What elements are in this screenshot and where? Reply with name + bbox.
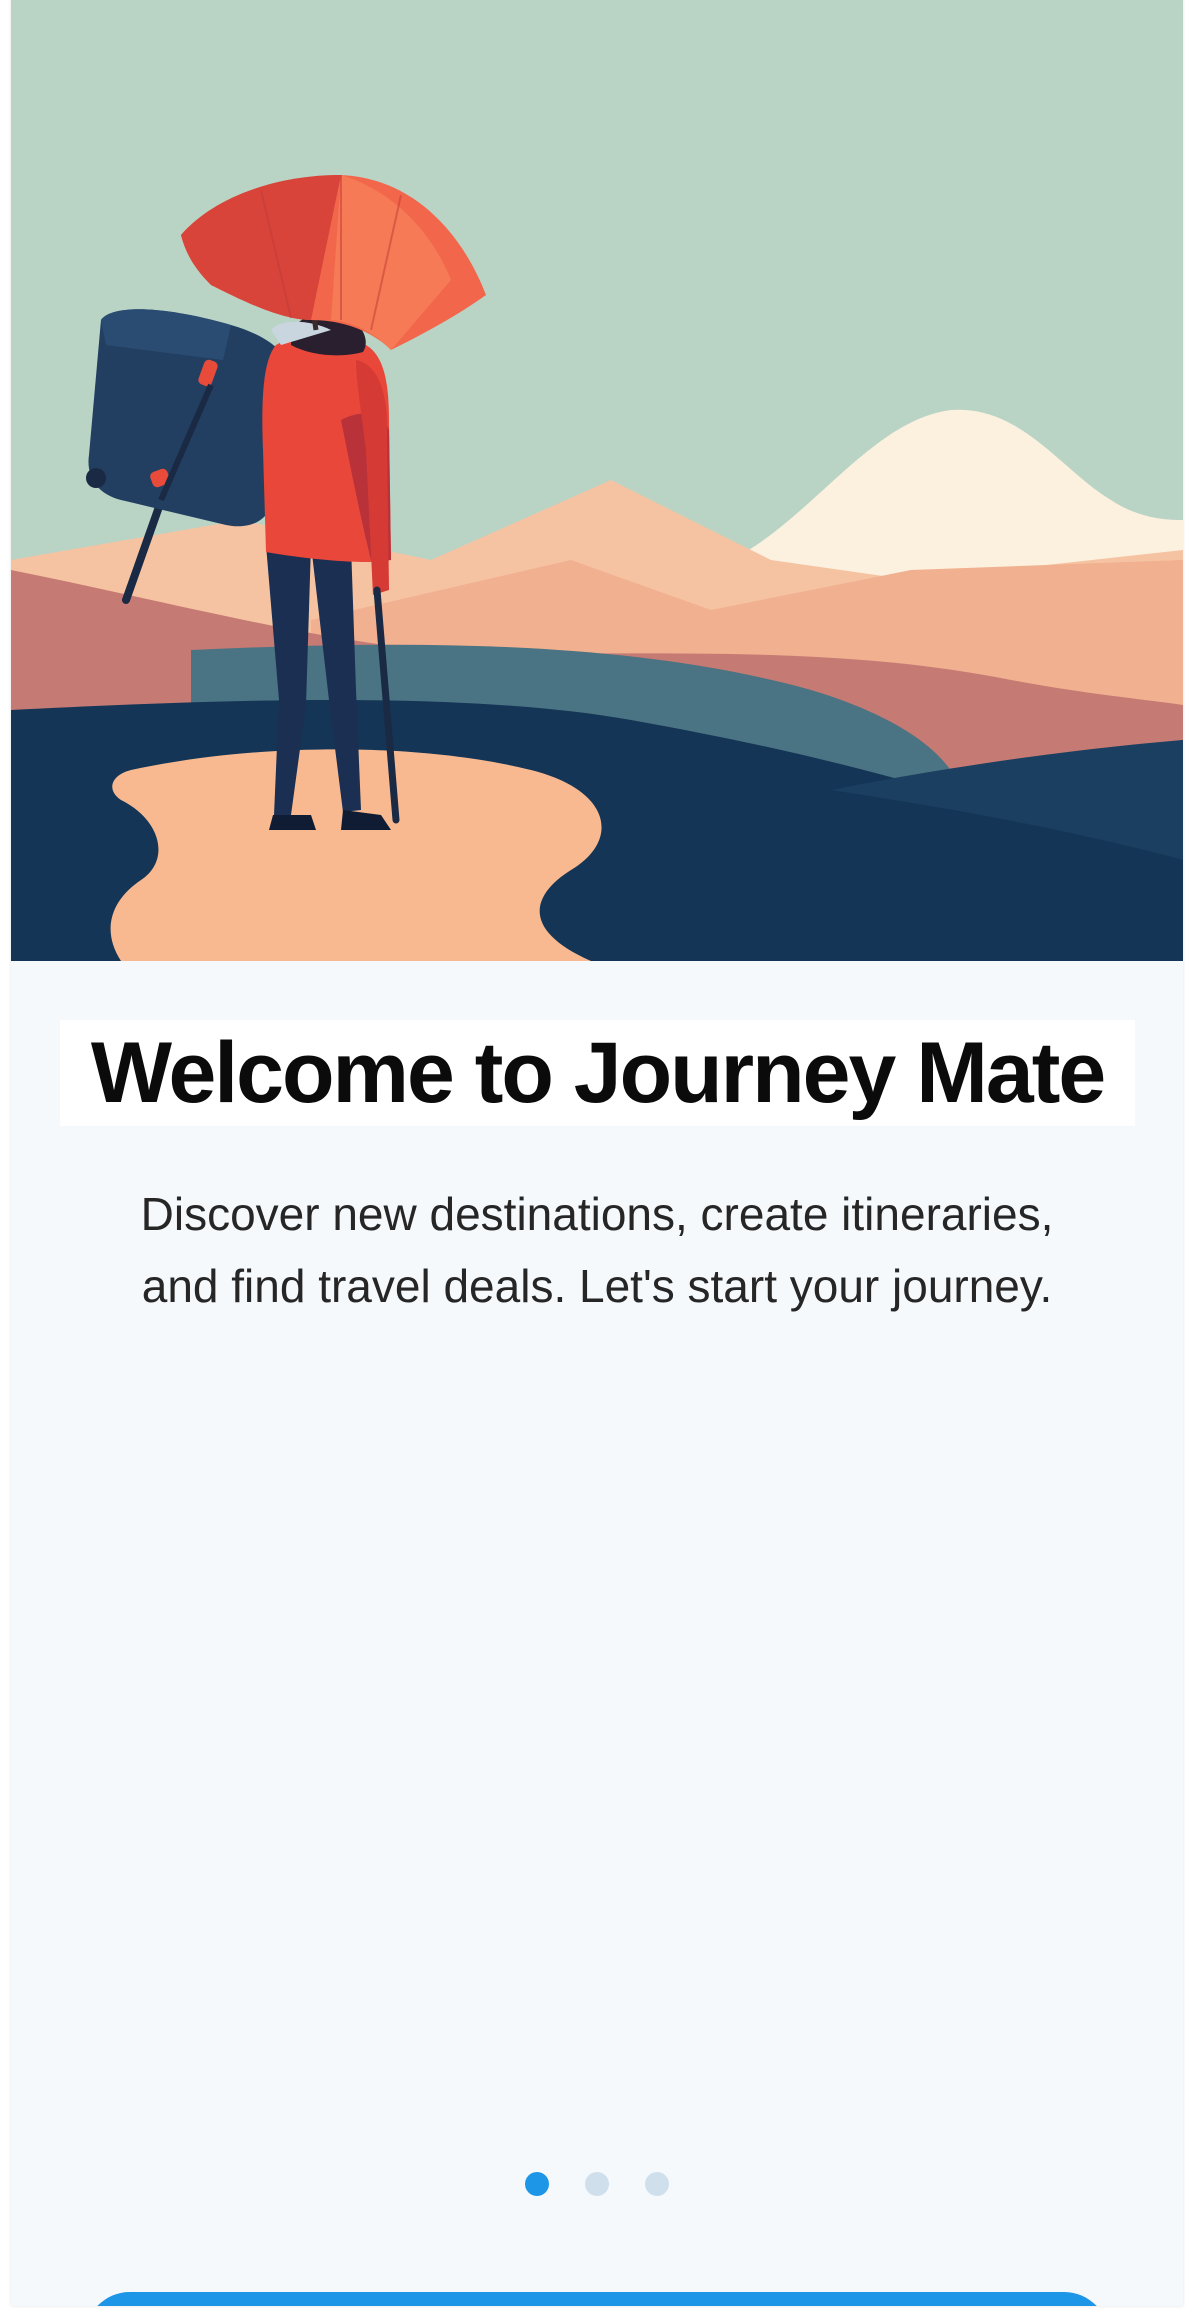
onboarding-screen: Welcome to Journey Mate Discover new des… <box>11 0 1183 2306</box>
traveler-illustration <box>11 0 1183 961</box>
description-line-2: and find travel deals. Let's start your … <box>141 1260 1053 1312</box>
primary-action-button[interactable] <box>85 2292 1109 2306</box>
page-dot-3[interactable] <box>645 2172 669 2196</box>
page-dot-1[interactable] <box>525 2172 549 2196</box>
hero-illustration <box>11 0 1183 961</box>
page-title: Welcome to Journey Mate <box>90 1024 1106 1121</box>
page-dot-2[interactable] <box>585 2172 609 2196</box>
description-line-1: Discover new destinations, create itiner… <box>140 1188 1054 1240</box>
title-container: Welcome to Journey Mate <box>60 1020 1135 1126</box>
page-indicator <box>11 2172 1183 2196</box>
onboarding-description: Discover new destinations, create itiner… <box>51 1178 1143 1322</box>
